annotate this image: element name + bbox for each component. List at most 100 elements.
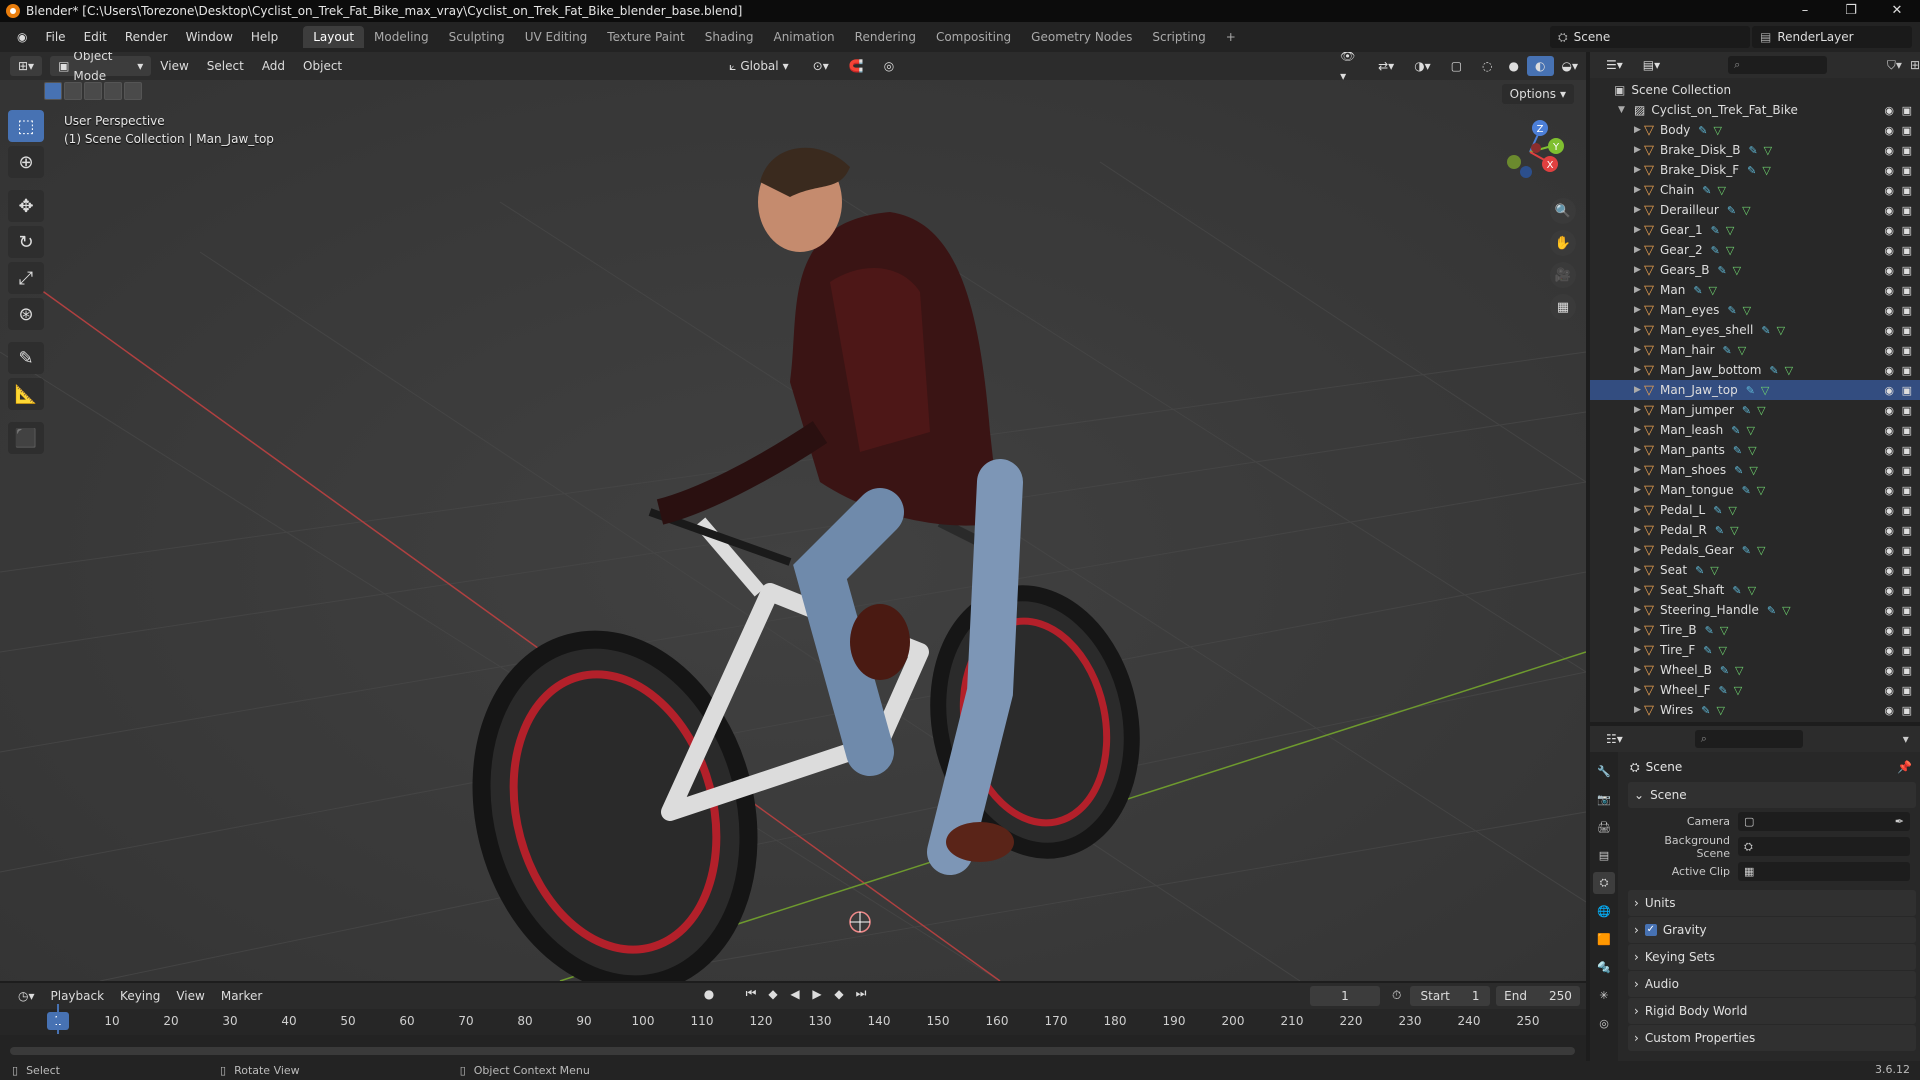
annotate-tool-icon[interactable]: ✎	[8, 342, 44, 374]
timeline-menu-keying[interactable]: Keying	[112, 989, 168, 1003]
mesh-data-icon[interactable]: ▽	[1757, 404, 1765, 417]
outliner-row-object[interactable]: ▶ ▽ Gears_B ✎ ▽ ◉ ▣	[1590, 260, 1920, 280]
render-camera-icon[interactable]: ▣	[1902, 544, 1912, 557]
visibility-eye-icon[interactable]: ◉	[1884, 244, 1894, 257]
modifier-wrench-icon[interactable]: ✎	[1748, 144, 1757, 157]
scale-tool-icon[interactable]: ⤢	[8, 262, 44, 294]
visibility-eye-icon[interactable]: ◉	[1884, 444, 1894, 457]
mesh-data-icon[interactable]: ▽	[1718, 184, 1726, 197]
mesh-data-icon[interactable]: ▽	[1733, 264, 1741, 277]
pan-hand-icon[interactable]: ✋	[1550, 230, 1576, 256]
maximize-button[interactable]: ❐	[1828, 0, 1874, 22]
properties-search-input[interactable]: ⌕	[1694, 730, 1803, 748]
expand-down-icon[interactable]: ▼	[1618, 105, 1628, 115]
visibility-eye-icon[interactable]: ◉	[1884, 144, 1894, 157]
modifier-wrench-icon[interactable]: ✎	[1703, 644, 1712, 657]
mesh-data-icon[interactable]: ▽	[1730, 524, 1738, 537]
modifier-wrench-icon[interactable]: ✎	[1717, 264, 1726, 277]
tab-shading[interactable]: Shading	[695, 26, 764, 48]
render-camera-icon[interactable]: ▣	[1902, 704, 1912, 717]
frame-ruler[interactable]: 1 10 20 30 40 50 60 70 80 90 100 110 120…	[0, 1009, 1586, 1035]
gravity-checkbox[interactable]: ✓	[1644, 924, 1657, 936]
outliner-row-scene-collection[interactable]: ▣ Scene Collection	[1590, 80, 1920, 100]
render-camera-icon[interactable]: ▣	[1902, 164, 1912, 177]
render-camera-icon[interactable]: ▣	[1902, 184, 1912, 197]
expand-right-icon[interactable]: ▶	[1634, 225, 1644, 235]
transform-tool-icon[interactable]: ⊛	[8, 298, 44, 330]
mesh-data-icon[interactable]: ▽	[1748, 444, 1756, 457]
render-camera-icon[interactable]: ▣	[1902, 524, 1912, 537]
add-workspace-button[interactable]: +	[1216, 26, 1246, 48]
jump-start-icon[interactable]: ⏮	[742, 986, 760, 1001]
render-camera-icon[interactable]: ▣	[1902, 144, 1912, 157]
modifier-wrench-icon[interactable]: ✎	[1733, 444, 1742, 457]
outliner-display-mode-button[interactable]: ▤▾	[1634, 55, 1669, 75]
outliner-row-object[interactable]: ▶ ▽ Chain ✎ ▽ ◉ ▣	[1590, 180, 1920, 200]
camera-view-icon[interactable]: 🎥	[1550, 262, 1576, 288]
mesh-data-icon[interactable]: ▽	[1785, 364, 1793, 377]
modifier-wrench-icon[interactable]: ✎	[1698, 124, 1707, 137]
mesh-data-icon[interactable]: ▽	[1743, 304, 1751, 317]
editor-type-button[interactable]: ⊞▾	[10, 56, 43, 76]
expand-right-icon[interactable]: ▶	[1634, 125, 1644, 135]
outliner-row-object[interactable]: ▶ ▽ Tire_F ✎ ▽ ◉ ▣	[1590, 640, 1920, 660]
outliner-row-object[interactable]: ▶ ▽ Man_tongue ✎ ▽ ◉ ▣	[1590, 480, 1920, 500]
visibility-eye-icon[interactable]: ◉	[1884, 624, 1894, 637]
outliner-row-object[interactable]: ▶ ▽ Steering_Handle ✎ ▽ ◉ ▣	[1590, 600, 1920, 620]
render-camera-icon[interactable]: ▣	[1902, 624, 1912, 637]
render-camera-icon[interactable]: ▣	[1902, 304, 1912, 317]
expand-right-icon[interactable]: ▶	[1634, 645, 1644, 655]
tab-layout[interactable]: Layout	[303, 26, 365, 48]
object-tab-icon[interactable]: 🟧	[1593, 928, 1615, 950]
outliner-row-object[interactable]: ▶ ▽ Wheel_F ✎ ▽ ◉ ▣	[1590, 680, 1920, 700]
section-audio[interactable]: › Audio	[1628, 971, 1916, 997]
modifier-wrench-icon[interactable]: ✎	[1693, 284, 1702, 297]
select-invert-button[interactable]	[104, 82, 122, 100]
expand-right-icon[interactable]: ▶	[1634, 585, 1644, 595]
visibility-eye-icon[interactable]: ◉	[1884, 424, 1894, 437]
render-tab-icon[interactable]: 📷	[1593, 788, 1615, 810]
visibility-eye-icon[interactable]: ◉	[1884, 184, 1894, 197]
visibility-eye-icon[interactable]: ◉	[1884, 364, 1894, 377]
expand-right-icon[interactable]: ▶	[1634, 345, 1644, 355]
section-scene[interactable]: ⌄ Scene	[1628, 782, 1916, 808]
select-box-tool-icon[interactable]: ⬚	[8, 110, 44, 142]
tab-geometry-nodes[interactable]: Geometry Nodes	[1021, 26, 1142, 48]
visibility-eye-icon[interactable]: ◉	[1884, 204, 1894, 217]
outliner-row-object[interactable]: ▶ ▽ Man_Jaw_top ✎ ▽ ◉ ▣	[1590, 380, 1920, 400]
modifier-wrench-icon[interactable]: ✎	[1727, 204, 1736, 217]
render-camera-icon[interactable]: ▣	[1902, 644, 1912, 657]
render-camera-icon[interactable]: ▣	[1902, 464, 1912, 477]
overlay-toggle-button[interactable]: ◑▾	[1406, 56, 1439, 76]
expand-right-icon[interactable]: ▶	[1634, 305, 1644, 315]
particles-tab-icon[interactable]: ✳	[1593, 984, 1615, 1006]
outliner-row-object[interactable]: ▶ ▽ Man_eyes_shell ✎ ▽ ◉ ▣	[1590, 320, 1920, 340]
menu-render[interactable]: Render	[116, 22, 177, 52]
mesh-data-icon[interactable]: ▽	[1734, 684, 1742, 697]
mesh-data-icon[interactable]: ▽	[1726, 224, 1734, 237]
eyedropper-icon[interactable]: ✒	[1895, 815, 1904, 828]
render-camera-icon[interactable]: ▣	[1902, 284, 1912, 297]
outliner-row-object[interactable]: ▶ ▽ Man_hair ✎ ▽ ◉ ▣	[1590, 340, 1920, 360]
menu-window[interactable]: Window	[177, 22, 242, 52]
mesh-data-icon[interactable]: ▽	[1757, 484, 1765, 497]
expand-right-icon[interactable]: ▶	[1634, 285, 1644, 295]
select-new-button[interactable]	[44, 82, 62, 100]
mesh-data-icon[interactable]: ▽	[1728, 504, 1736, 517]
modifier-wrench-icon[interactable]: ✎	[1702, 184, 1711, 197]
visibility-eye-icon[interactable]: ◉	[1884, 524, 1894, 537]
visibility-eye-icon[interactable]: ◉	[1884, 504, 1894, 517]
render-camera-icon[interactable]: ▣	[1902, 264, 1912, 277]
outliner-row-object[interactable]: ▶ ▽ Man_leash ✎ ▽ ◉ ▣	[1590, 420, 1920, 440]
pin-icon[interactable]: 📌	[1897, 760, 1912, 774]
visibility-eye-icon[interactable]: ◉	[1884, 124, 1894, 137]
outliner-row-object[interactable]: ▶ ▽ Man_jumper ✎ ▽ ◉ ▣	[1590, 400, 1920, 420]
render-camera-icon[interactable]: ▣	[1902, 424, 1912, 437]
outliner-row-object[interactable]: ▶ ▽ Pedal_L ✎ ▽ ◉ ▣	[1590, 500, 1920, 520]
filter-icon[interactable]: ⛉▾	[1887, 58, 1902, 73]
mesh-data-icon[interactable]: ▽	[1749, 464, 1757, 477]
outliner-row-object[interactable]: ▶ ▽ Tire_B ✎ ▽ ◉ ▣	[1590, 620, 1920, 640]
new-collection-icon[interactable]: ⊞	[1910, 58, 1920, 72]
play-reverse-icon[interactable]: ◀	[786, 987, 804, 1001]
mesh-data-icon[interactable]: ▽	[1761, 384, 1769, 397]
